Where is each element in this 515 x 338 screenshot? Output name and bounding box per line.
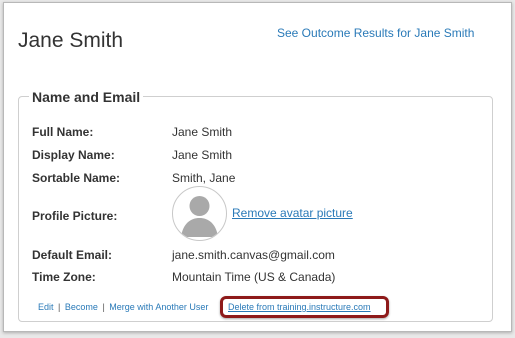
- outcome-results-link[interactable]: See Outcome Results for Jane Smith: [277, 26, 474, 40]
- delete-link-highlight: [220, 296, 389, 318]
- separator: |: [102, 302, 105, 312]
- merge-user-link[interactable]: Merge with Another User: [109, 302, 208, 312]
- avatar: [172, 186, 227, 241]
- display-name-label: Display Name:: [32, 148, 115, 162]
- full-name-value: Jane Smith: [172, 125, 233, 139]
- user-actions: Edit | Become | Merge with Another User: [38, 302, 208, 313]
- section-legend: Name and Email: [29, 88, 144, 106]
- profile-picture-label: Profile Picture:: [32, 209, 118, 223]
- user-silhouette-icon: [181, 196, 218, 237]
- page-title: Jane Smith: [18, 29, 124, 52]
- sortable-name-label: Sortable Name:: [32, 171, 121, 185]
- time-zone-label: Time Zone:: [32, 270, 96, 284]
- sortable-name-value: Smith, Jane: [172, 171, 236, 185]
- become-link[interactable]: Become: [65, 302, 98, 312]
- separator: |: [58, 302, 61, 312]
- edit-link[interactable]: Edit: [38, 302, 54, 312]
- time-zone-value: Mountain Time (US & Canada): [172, 270, 336, 284]
- display-name-value: Jane Smith: [172, 148, 233, 162]
- default-email-label: Default Email:: [32, 248, 113, 262]
- default-email-value: jane.smith.canvas@gmail.com: [172, 248, 335, 262]
- remove-avatar-link[interactable]: Remove avatar picture: [232, 206, 353, 220]
- full-name-label: Full Name:: [32, 125, 94, 139]
